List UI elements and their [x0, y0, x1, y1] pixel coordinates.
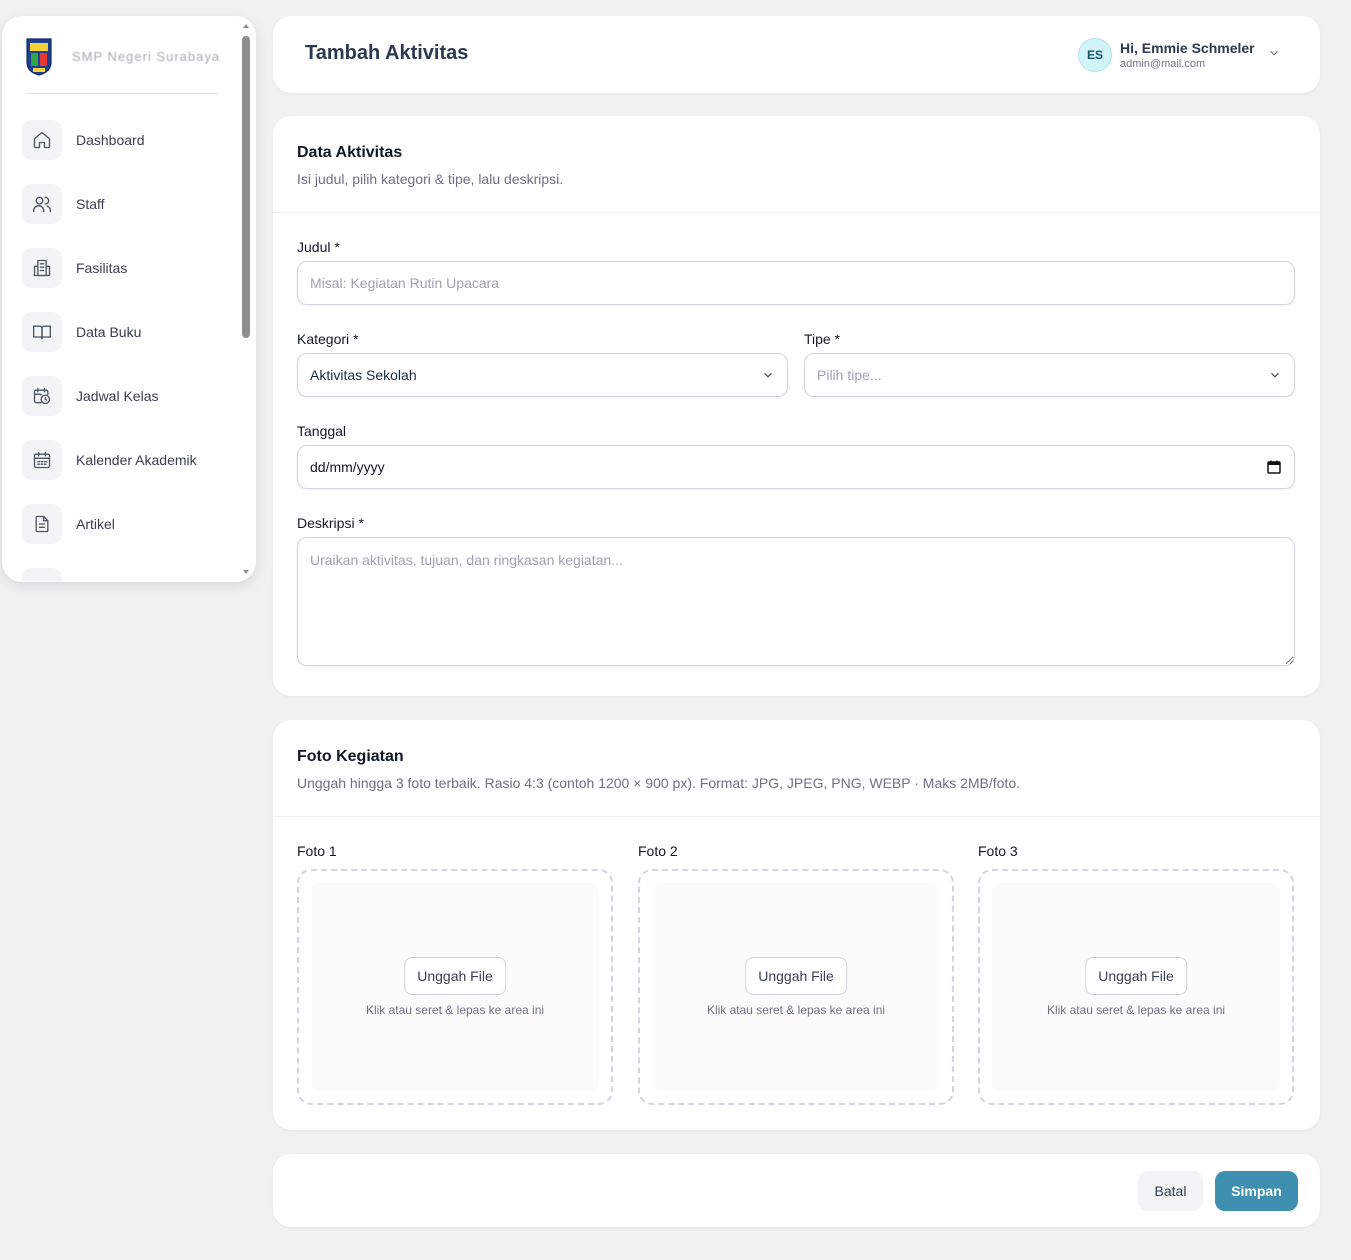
sidebar-item-fasilitas[interactable]: Fasilitas [22, 248, 237, 288]
judul-input[interactable] [297, 261, 1295, 305]
sidebar-item-label: Artikel [76, 516, 115, 532]
sidebar-item-label: Staff [76, 196, 105, 212]
dropzone-hint: Klik atau seret & lepas ke area ini [1046, 1003, 1226, 1017]
users-icon [22, 184, 62, 224]
sidebar-item-label: Fasilitas [76, 260, 128, 276]
brand-name: SMP Negeri Surabaya [72, 48, 221, 64]
avatar: ES [1078, 38, 1112, 72]
section-subtitle: Unggah hingga 3 foto terbaik. Rasio 4:3 … [297, 775, 1021, 791]
foto-2-dropzone[interactable]: Unggah File Klik atau seret & lepas ke a… [638, 869, 954, 1105]
foto-1-dropzone[interactable]: Unggah File Klik atau seret & lepas ke a… [297, 869, 613, 1105]
kategori-label: Kategori * [297, 331, 359, 347]
data-aktivitas-card: Data Aktivitas Isi judul, pilih kategori… [273, 116, 1320, 696]
home-icon [22, 120, 62, 160]
sidebar-item-artikel[interactable]: Artikel [22, 504, 237, 544]
user-menu[interactable]: ES Hi, Emmie Schmeler admin@mail.com [1078, 36, 1283, 74]
sidebar-item-label: Kalender Akademik [76, 452, 197, 468]
sidebar-item-staff[interactable]: Staff [22, 184, 237, 224]
tanggal-value: dd/mm/yyyy [310, 459, 385, 475]
brand[interactable]: SMP Negeri Surabaya [24, 34, 224, 78]
kategori-value: Aktivitas Sekolah [310, 367, 417, 383]
document-icon [22, 504, 62, 544]
section-divider [273, 816, 1320, 817]
sidebar-item-partial[interactable] [22, 568, 62, 582]
section-divider [273, 212, 1320, 213]
chevron-down-icon [764, 372, 772, 378]
sidebar-scrollbar[interactable] [242, 20, 252, 576]
sidebar-item-dashboard[interactable]: Dashboard [22, 120, 237, 160]
upload-file-button[interactable]: Unggah File [1085, 957, 1187, 995]
user-email: admin@mail.com [1120, 58, 1206, 70]
cancel-button[interactable]: Batal [1138, 1171, 1203, 1211]
sidebar-item-kalender-akademik[interactable]: Kalender Akademik [22, 440, 237, 480]
deskripsi-textarea[interactable] [297, 537, 1295, 666]
judul-label: Judul * [297, 239, 340, 255]
upload-file-button[interactable]: Unggah File [404, 957, 506, 995]
page-title: Tambah Aktivitas [305, 42, 469, 64]
tanggal-label: Tanggal [297, 423, 347, 439]
tipe-placeholder: Pilih tipe... [817, 367, 882, 383]
brand-divider [26, 93, 218, 94]
section-title: Data Aktivitas [297, 144, 403, 161]
tipe-label: Tipe * [804, 331, 841, 347]
tipe-select[interactable]: Pilih tipe... [804, 353, 1295, 397]
sidebar-item-label: Dashboard [76, 132, 145, 148]
sidebar-container: SMP Negeri Surabaya Dashboard Staff Fasi… [0, 16, 260, 598]
foto-3-label: Foto 3 [978, 843, 1018, 859]
dropzone-hint: Klik atau seret & lepas ke area ini [365, 1003, 545, 1017]
user-info: Hi, Emmie Schmeler admin@mail.com [1120, 40, 1255, 70]
sidebar: SMP Negeri Surabaya Dashboard Staff Fasi… [2, 16, 256, 582]
calendar-icon[interactable] [1266, 459, 1282, 475]
foto-3-dropzone[interactable]: Unggah File Klik atau seret & lepas ke a… [978, 869, 1294, 1105]
foto-1-label: Foto 1 [297, 843, 337, 859]
sidebar-item-jadwal-kelas[interactable]: Jadwal Kelas [22, 376, 237, 416]
deskripsi-label: Deskripsi * [297, 515, 364, 531]
section-title: Foto Kegiatan [297, 748, 404, 765]
foto-kegiatan-card: Foto Kegiatan Unggah hingga 3 foto terba… [273, 720, 1320, 1130]
scroll-down-arrow-icon[interactable] [243, 570, 249, 574]
section-subtitle: Isi judul, pilih kategori & tipe, lalu d… [297, 171, 564, 187]
foto-2-label: Foto 2 [638, 843, 678, 859]
scroll-up-arrow-icon[interactable] [243, 24, 249, 28]
sidebar-item-label: Data Buku [76, 324, 142, 340]
chevron-down-icon [1267, 46, 1281, 65]
book-icon [22, 312, 62, 352]
building-icon [22, 248, 62, 288]
scroll-thumb[interactable] [242, 36, 250, 338]
user-greeting: Hi, Emmie Schmeler [1120, 40, 1255, 56]
chevron-down-icon [1271, 372, 1279, 378]
form-actions-card: Batal Simpan [273, 1154, 1320, 1227]
school-logo-icon [24, 36, 54, 76]
dropzone-hint: Klik atau seret & lepas ke area ini [706, 1003, 886, 1017]
header-card: Tambah Aktivitas ES Hi, Emmie Schmeler a… [273, 16, 1320, 93]
upload-file-button[interactable]: Unggah File [745, 957, 847, 995]
sidebar-item-label: Jadwal Kelas [76, 388, 159, 404]
sidebar-item-data-buku[interactable]: Data Buku [22, 312, 237, 352]
calendar-clock-icon [22, 376, 62, 416]
tanggal-input[interactable]: dd/mm/yyyy [297, 445, 1295, 489]
sidebar-nav: Dashboard Staff Fasilitas Data Buku Jadw… [22, 120, 237, 568]
kategori-select[interactable]: Aktivitas Sekolah [297, 353, 788, 397]
calendar-icon [22, 440, 62, 480]
save-button[interactable]: Simpan [1215, 1171, 1298, 1211]
